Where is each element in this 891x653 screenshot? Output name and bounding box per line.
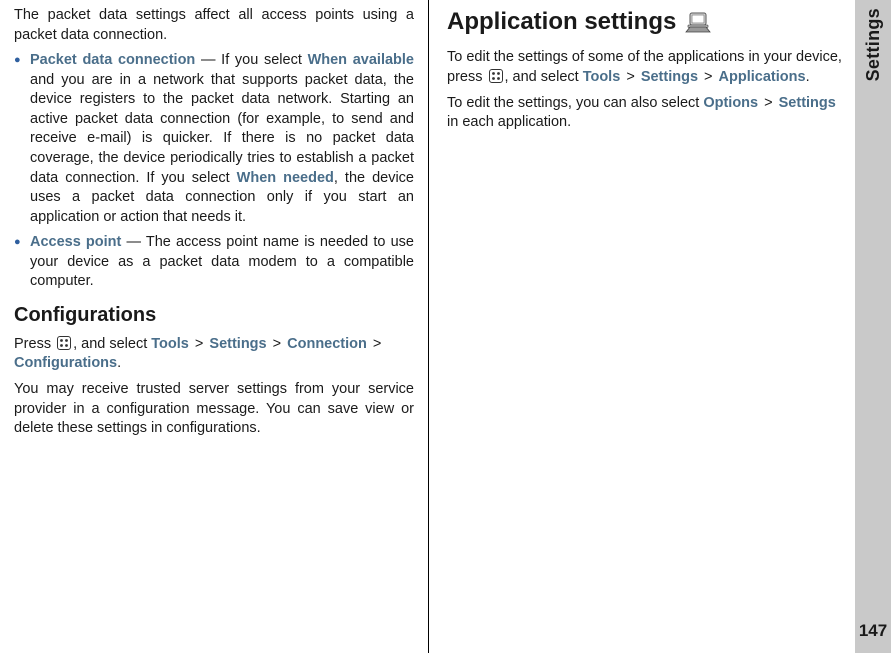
path-tools: Tools <box>583 69 621 85</box>
page-sidebar: Settings 147 <box>855 0 891 653</box>
text: , and select <box>505 69 583 85</box>
text: To edit the settings, you can also selec… <box>447 95 703 111</box>
path-connection: Connection <box>287 336 367 352</box>
path-configurations: Configurations <box>14 355 117 371</box>
left-column: The packet data settings affect all acce… <box>8 0 429 653</box>
separator: > <box>273 336 281 352</box>
path-settings: Settings <box>779 95 836 111</box>
path-tools: Tools <box>151 336 189 352</box>
text: — If you select <box>195 52 307 68</box>
separator: > <box>704 69 712 85</box>
application-settings-heading: Application settings <box>447 6 847 38</box>
path-applications: Applications <box>719 69 806 85</box>
sidebar-section-title: Settings <box>863 8 884 81</box>
configurations-path: Press , and select Tools > Settings > Co… <box>14 335 414 374</box>
path-settings: Settings <box>209 336 266 352</box>
text: . <box>117 355 121 371</box>
option-when-needed: When needed <box>237 170 334 186</box>
text: and you are in a network that supports p… <box>30 72 414 186</box>
app-settings-path-2: To edit the settings, you can also selec… <box>447 94 847 133</box>
application-settings-icon <box>684 11 712 33</box>
menu-key-icon <box>57 336 71 350</box>
separator: > <box>195 336 203 352</box>
manual-page: The packet data settings affect all acce… <box>0 0 891 653</box>
configurations-heading: Configurations <box>14 302 414 329</box>
option-when-available: When available <box>308 52 414 68</box>
separator: > <box>626 69 634 85</box>
right-column: Application settings To edit the setting… <box>429 0 855 653</box>
menu-key-icon <box>489 69 503 83</box>
list-item: Access point — The access point name is … <box>14 233 414 292</box>
path-options: Options <box>703 95 758 111</box>
path-settings: Settings <box>641 69 698 85</box>
page-number: 147 <box>859 621 887 641</box>
term-packet-data-connection: Packet data connection <box>30 52 195 68</box>
text: Press <box>14 336 55 352</box>
app-settings-path-1: To edit the settings of some of the appl… <box>447 48 847 87</box>
separator: > <box>373 336 381 352</box>
list-item: Packet data connection — If you select W… <box>14 51 414 227</box>
packet-data-list: Packet data connection — If you select W… <box>14 51 414 292</box>
term-access-point: Access point <box>30 234 121 250</box>
text: , and select <box>73 336 151 352</box>
text: . <box>806 69 810 85</box>
separator: > <box>764 95 772 111</box>
intro-paragraph: The packet data settings affect all acce… <box>14 6 414 45</box>
configurations-body: You may receive trusted server settings … <box>14 380 414 439</box>
text: in each application. <box>447 114 571 130</box>
heading-text: Application settings <box>447 6 676 38</box>
